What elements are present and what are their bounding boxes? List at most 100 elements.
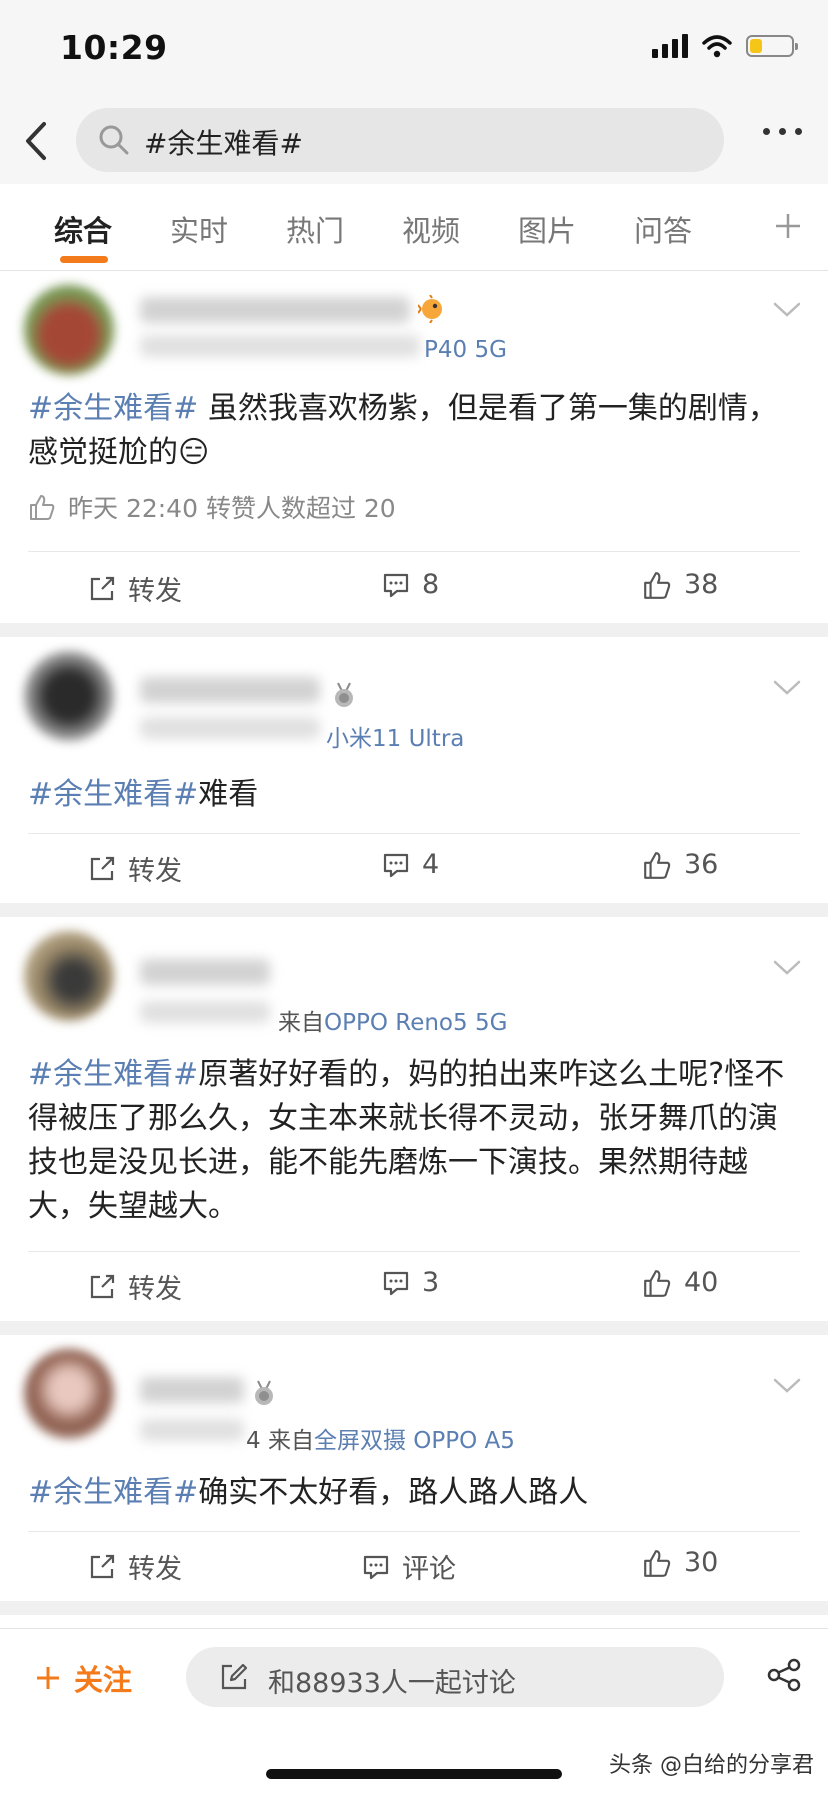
search-input[interactable]: #余生难看# (76, 108, 724, 172)
more-options-icon[interactable] (763, 128, 802, 135)
battery-level (750, 39, 762, 53)
hashtag-link[interactable]: #余生难看# (28, 1475, 198, 1510)
tab-视频[interactable]: 视频 (402, 208, 460, 250)
hashtag-link[interactable]: #余生难看# (28, 1057, 198, 1092)
tab-实时[interactable]: 实时 (170, 208, 228, 250)
tab-问答[interactable]: 问答 (634, 208, 692, 250)
post-info-row: 昨天 22:40 转赞人数超过 20 (28, 489, 396, 525)
post-card[interactable]: 来自OPPO Reno5 5G #余生难看#原著好好看的，妈的拍出来咋这么土呢?… (0, 917, 828, 1321)
avatar[interactable] (24, 1349, 114, 1439)
avatar[interactable] (24, 651, 114, 741)
bottom-bar: 关注 和88933人一起讨论 头条 @白给的分享君 (0, 1628, 828, 1793)
cellular-signal-icon (652, 34, 688, 58)
avatar[interactable] (24, 931, 114, 1021)
back-arrow-icon[interactable] (18, 118, 58, 164)
tab-热门[interactable]: 热门 (286, 208, 344, 250)
comment-icon (383, 1271, 409, 1295)
hashtag-link[interactable]: #余生难看# (28, 391, 198, 426)
discuss-input[interactable]: 和88933人一起讨论 (186, 1647, 724, 1707)
pufferfish-badge-icon (418, 295, 442, 323)
comment-button[interactable]: 评论 (362, 1547, 456, 1586)
battery-icon (746, 35, 798, 57)
status-bar: 10:29 (0, 0, 828, 100)
repost-icon (90, 1274, 115, 1298)
medal-badge-icon (255, 1380, 273, 1405)
search-header: #余生难看# (0, 100, 828, 185)
active-tab-indicator (60, 256, 108, 263)
comment-icon (383, 853, 409, 877)
username-blurred[interactable] (140, 677, 320, 703)
divider (28, 1251, 800, 1252)
like-button[interactable]: 40 (642, 1267, 718, 1298)
emoji: 😑 (178, 435, 210, 470)
share-icon[interactable] (766, 1657, 802, 1693)
plus-icon (37, 1667, 59, 1689)
thumbs-up-icon (30, 495, 55, 520)
divider (28, 833, 800, 834)
post-card[interactable]: P40 5G #余生难看# 虽然我喜欢杨紫，但是看了第一集的剧情，感觉挺尬的😑 … (0, 271, 828, 623)
post-card[interactable]: 小米11 Ultra #余生难看#难看 转发 4 36 (0, 637, 828, 903)
discuss-placeholder: 和88933人一起讨论 (268, 1668, 516, 1699)
post-text: #余生难看#原著好好看的，妈的拍出来咋这么土呢?怪不得被压了那么久，女主本来就长… (28, 1057, 785, 1224)
add-tab-icon[interactable] (774, 212, 802, 240)
post-meta-blurred (140, 1001, 270, 1023)
tab-bar: 综合 实时 热门 视频 图片 问答 (0, 184, 828, 271)
device-label[interactable]: 小米11 Ultra (326, 719, 464, 753)
repost-icon (90, 576, 115, 600)
post-meta-blurred (140, 335, 420, 357)
repost-button[interactable]: 转发 (88, 849, 182, 888)
status-time: 10:29 (60, 28, 168, 67)
post-text: #余生难看#难看 (28, 777, 259, 812)
avatar[interactable] (24, 285, 114, 375)
hashtag-link[interactable]: #余生难看# (28, 777, 198, 812)
search-query: #余生难看# (144, 127, 303, 160)
watermark: 头条 @白给的分享君 (609, 1753, 814, 1778)
device-label[interactable]: 来自OPPO Reno5 5G (278, 1003, 507, 1037)
repost-icon (90, 856, 115, 880)
post-card[interactable]: 4 来自全屏双摄 OPPO A5 #余生难看#确实不太好看，路人路人路人 转发 … (0, 1335, 828, 1601)
thumbs-up-icon (644, 571, 671, 599)
chevron-down-icon[interactable] (772, 679, 802, 697)
tab-图片[interactable]: 图片 (518, 208, 576, 250)
follow-button[interactable]: 关注 (34, 1657, 132, 1699)
chevron-down-icon[interactable] (772, 959, 802, 977)
username-blurred[interactable] (140, 1377, 244, 1403)
thumbs-up-icon (644, 1549, 671, 1577)
comment-button[interactable]: 4 (382, 849, 439, 880)
home-indicator (266, 1769, 562, 1779)
post-separator (0, 903, 828, 917)
post-text: #余生难看#确实不太好看，路人路人路人 (28, 1475, 589, 1510)
like-button[interactable]: 36 (642, 849, 718, 880)
repost-button[interactable]: 转发 (88, 569, 182, 608)
username-blurred[interactable] (140, 959, 270, 985)
comment-button[interactable]: 3 (382, 1267, 439, 1298)
post-meta-blurred (140, 717, 320, 739)
device-label[interactable]: P40 5G (424, 337, 507, 363)
thumbs-up-icon (644, 1269, 671, 1297)
comment-icon (383, 573, 409, 597)
post-text: #余生难看# 虽然我喜欢杨紫，但是看了第一集的剧情，感觉挺尬的😑 (28, 391, 778, 470)
repost-icon (90, 1554, 115, 1578)
post-separator (0, 1321, 828, 1335)
repost-button[interactable]: 转发 (88, 1267, 182, 1306)
wifi-icon (702, 35, 732, 58)
divider (28, 1531, 800, 1532)
search-icon (99, 125, 129, 155)
medal-badge-icon (335, 682, 353, 707)
chevron-down-icon[interactable] (772, 1377, 802, 1395)
edit-icon (221, 1663, 248, 1690)
status-icons (652, 34, 798, 58)
username-blurred[interactable] (140, 297, 410, 323)
like-button[interactable]: 30 (642, 1547, 718, 1578)
divider (28, 551, 800, 552)
comment-icon (363, 1555, 389, 1579)
tab-综合[interactable]: 综合 (54, 208, 112, 250)
like-button[interactable]: 38 (642, 569, 718, 600)
chevron-down-icon[interactable] (772, 301, 802, 319)
comment-button[interactable]: 8 (382, 569, 439, 600)
post-separator (0, 1601, 828, 1615)
device-label[interactable]: 4 来自全屏双摄 OPPO A5 (246, 1421, 515, 1455)
repost-button[interactable]: 转发 (88, 1547, 182, 1586)
thumbs-up-icon (644, 851, 671, 879)
post-meta-blurred (140, 1419, 244, 1441)
